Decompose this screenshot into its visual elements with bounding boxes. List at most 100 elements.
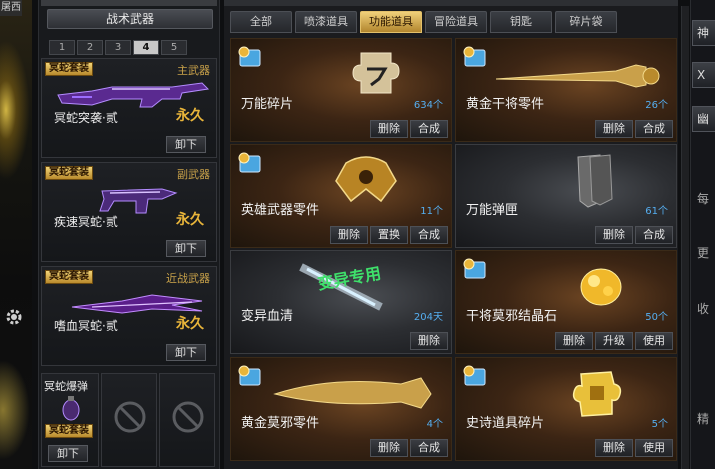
item-card[interactable]: 黄金干将零件 26个 删除 合成 (455, 38, 677, 142)
function-item-icon (238, 152, 261, 173)
empty-slot (101, 373, 157, 467)
weapon-name: 疾速冥蛇·贰 (54, 215, 118, 229)
delete-button[interactable]: 删除 (410, 332, 448, 350)
slot-tab-1[interactable]: 1 (49, 40, 75, 55)
item-actions: 删除 (410, 332, 448, 350)
item-actions: 删除 合成 (370, 120, 448, 138)
weapon-type-label: 主武器 (177, 64, 210, 77)
combine-button[interactable]: 合成 (410, 226, 448, 244)
slot-tab-2[interactable]: 2 (77, 40, 103, 55)
unequip-button[interactable]: 卸下 (166, 136, 206, 153)
melee-weapon-card[interactable]: 冥蛇套装 近战武器 嗜血冥蛇·贰 永久 卸下 (41, 266, 217, 366)
delete-button[interactable]: 删除 (595, 120, 633, 138)
item-card[interactable]: 史诗道具碎片 5个 删除 使用 (455, 357, 677, 461)
delete-button[interactable]: 删除 (370, 439, 408, 457)
side-text: 每 (697, 192, 710, 206)
swap-button[interactable]: 置换 (370, 226, 408, 244)
slot-tab-3[interactable]: 3 (105, 40, 131, 55)
delete-button[interactable]: 删除 (595, 226, 633, 244)
top-left-tag: 屠西 (0, 0, 22, 16)
magazine-icon (577, 154, 613, 208)
loadout-title: 战术武器 (47, 9, 213, 29)
slot-tab-4[interactable]: 4 (133, 40, 159, 55)
tab-adventure[interactable]: 冒险道具 (425, 11, 487, 33)
item-count: 61个 (645, 206, 668, 217)
side-button-2[interactable]: X (692, 62, 715, 88)
unequip-button[interactable]: 卸下 (166, 240, 206, 257)
tab-spray[interactable]: 喷漆道具 (295, 11, 357, 33)
delete-button[interactable]: 删除 (555, 332, 593, 350)
tab-all[interactable]: 全部 (230, 11, 292, 33)
combine-button[interactable]: 合成 (635, 226, 673, 244)
item-actions: 删除 合成 (595, 226, 673, 244)
item-actions: 删除 合成 (370, 439, 448, 457)
delete-button[interactable]: 删除 (370, 120, 408, 138)
item-card[interactable]: 万能弹匣 61个 删除 合成 (455, 144, 677, 248)
permanent-label: 永久 (176, 108, 204, 124)
item-card[interactable]: 英雄武器零件 11个 删除 置换 合成 (230, 144, 452, 248)
item-inventory: 全部 喷漆道具 功能道具 冒险道具 钥匙 碎片袋 万能碎片 634个 删除 合成 (224, 0, 678, 469)
item-name: 变异血清 (241, 309, 294, 324)
item-name: 万能弹匣 (466, 203, 519, 218)
item-count: 11个 (420, 206, 443, 217)
left-edge-decoration: 屠西 (0, 0, 32, 469)
tab-fragment-bag[interactable]: 碎片袋 (555, 11, 617, 33)
function-item-icon (238, 46, 261, 67)
function-item-icon (463, 365, 486, 386)
grenade-card[interactable]: 冥蛇爆弹 冥蛇套装 卸下 (41, 373, 99, 467)
item-name: 英雄武器零件 (241, 203, 320, 218)
gear-icon[interactable] (4, 307, 24, 327)
combine-button[interactable]: 合成 (410, 439, 448, 457)
lightning-glow (0, 40, 30, 180)
weapon-name: 冥蛇突袭·贰 (54, 111, 118, 125)
loadout-top-bar (41, 0, 217, 6)
item-name: 万能碎片 (241, 97, 294, 112)
item-card[interactable]: 万能碎片 634个 删除 合成 (230, 38, 452, 142)
unequip-button[interactable]: 卸下 (166, 344, 206, 361)
unequip-button[interactable]: 卸下 (48, 445, 88, 462)
right-side-panel: 神 X 幽 每 更 收 精 (690, 0, 715, 469)
primary-weapon-card[interactable]: 冥蛇套装 主武器 冥蛇突袭·贰 永久 卸下 (41, 58, 217, 158)
side-button-3[interactable]: 幽 (692, 106, 715, 132)
item-card[interactable]: 干将莫邪结晶石 50个 删除 升级 使用 (455, 250, 677, 354)
item-count: 50个 (645, 312, 668, 323)
function-item-icon (463, 46, 486, 67)
use-button[interactable]: 使用 (635, 332, 673, 350)
item-count: 204天 (413, 312, 443, 323)
item-card-selected[interactable]: 变异专用 变异血清 204天 删除 (230, 250, 452, 354)
delete-button[interactable]: 删除 (595, 439, 633, 457)
item-name: 黄金干将零件 (466, 97, 545, 112)
item-count: 5个 (651, 419, 668, 430)
tab-function[interactable]: 功能道具 (360, 11, 422, 33)
grenade-icon (62, 396, 80, 421)
set-badge: 冥蛇套装 (45, 270, 93, 284)
secondary-weapon-card[interactable]: 冥蛇套装 副武器 疾速冥蛇·贰 永久 卸下 (41, 162, 217, 262)
item-actions: 删除 置换 合成 (330, 226, 448, 244)
item-count: 634个 (413, 100, 443, 111)
weapon-type-label: 副武器 (177, 168, 210, 181)
weapon-name: 嗜血冥蛇·贰 (54, 319, 118, 333)
side-button-1[interactable]: 神 (692, 20, 715, 46)
delete-button[interactable]: 删除 (330, 226, 368, 244)
combine-button[interactable]: 合成 (635, 120, 673, 138)
use-button[interactable]: 使用 (635, 439, 673, 457)
items-top-bar (224, 0, 678, 6)
item-scrollbar[interactable] (681, 6, 689, 469)
tab-keys[interactable]: 钥匙 (490, 11, 552, 33)
item-count: 26个 (645, 100, 668, 111)
set-badge: 冥蛇套装 (45, 424, 93, 438)
function-item-icon (463, 258, 486, 279)
weapon-type-label: 近战武器 (166, 272, 210, 285)
empty-slot-icon (114, 401, 146, 433)
empty-slot (159, 373, 215, 467)
combine-button[interactable]: 合成 (410, 120, 448, 138)
item-card[interactable]: 黄金莫邪零件 4个 删除 合成 (230, 357, 452, 461)
game-inventory-screen: 屠西 战术武器 1 2 3 4 5 冥蛇套装 主武器 冥蛇突袭·贰 永久 卸下 … (0, 0, 715, 469)
upgrade-button[interactable]: 升级 (595, 332, 633, 350)
slot-tab-5[interactable]: 5 (161, 40, 187, 55)
loadout-panel: 战术武器 1 2 3 4 5 冥蛇套装 主武器 冥蛇突袭·贰 永久 卸下 冥蛇套… (38, 0, 220, 469)
item-name: 黄金莫邪零件 (241, 416, 320, 431)
set-badge: 冥蛇套装 (45, 62, 93, 76)
side-text: 收 (697, 302, 710, 316)
lightning-glow-lower (0, 360, 30, 460)
